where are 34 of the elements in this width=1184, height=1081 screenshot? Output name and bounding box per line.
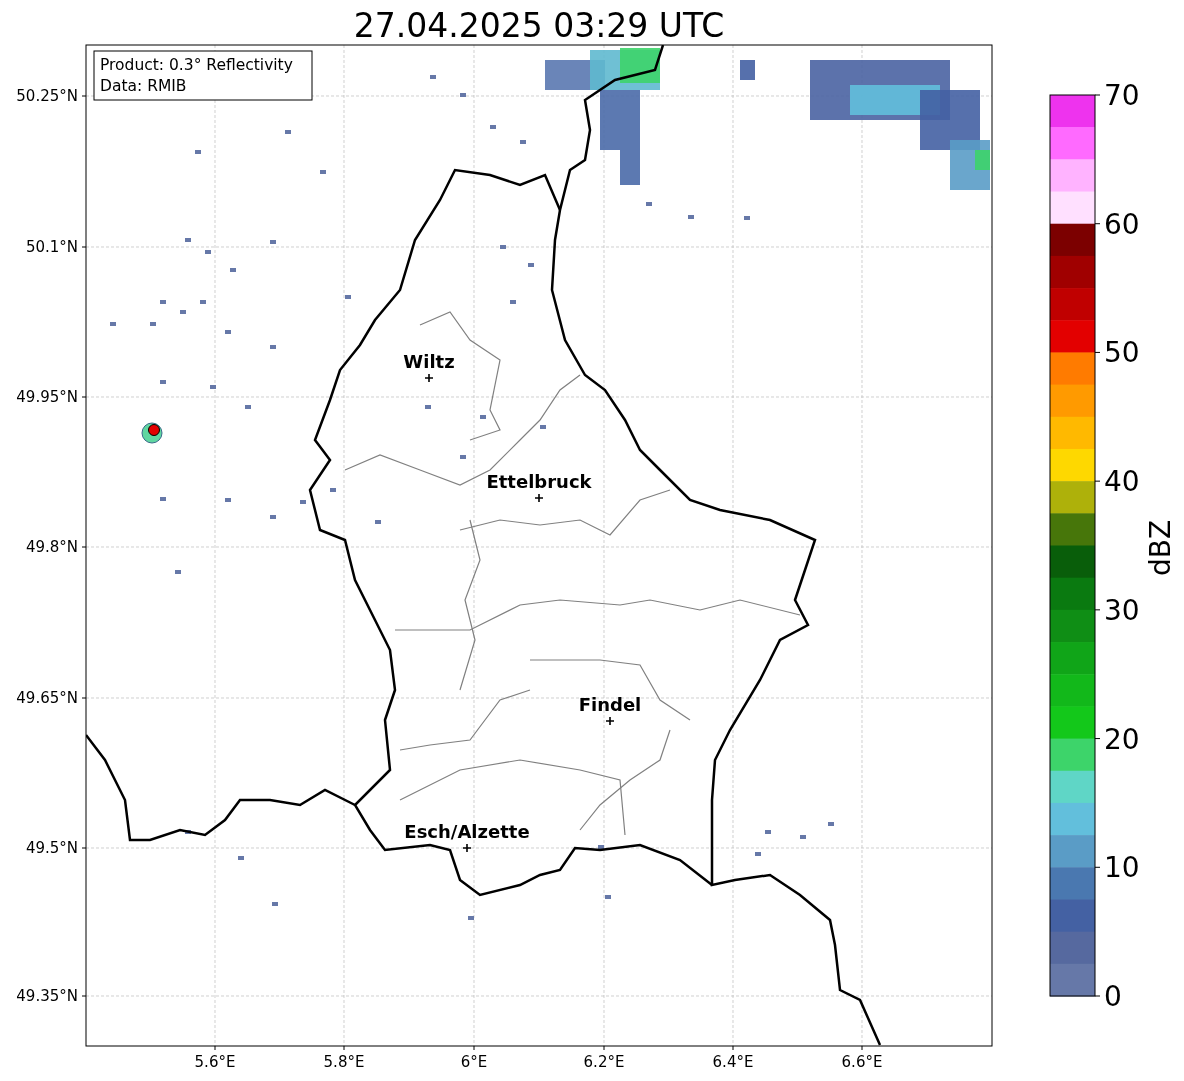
latitude-label: 49.65°N: [16, 689, 78, 707]
colorbar-tick-label: 40: [1104, 465, 1140, 499]
latitude-label: 49.8°N: [25, 538, 78, 556]
longitude-label: 6.2°E: [583, 1053, 625, 1071]
longitude-label: 6°E: [460, 1053, 488, 1071]
city-label: Ettelbruck: [486, 471, 592, 492]
city-label: Esch/Alzette: [404, 821, 530, 842]
city-marker-icon: [462, 843, 472, 853]
city-marker-icon: [605, 716, 615, 726]
longitude-label: 6.4°E: [712, 1053, 754, 1071]
colorbar-tick-label: 60: [1104, 207, 1140, 241]
city-marker-icon: [424, 373, 434, 383]
longitude-label: 5.6°E: [194, 1053, 236, 1071]
city-marker-icon: [534, 493, 544, 503]
longitude-label: 5.8°E: [323, 1053, 365, 1071]
info-text: Data: RMIB: [100, 77, 187, 95]
colorbar-tick-label: 10: [1104, 851, 1140, 885]
latitude-label: 50.1°N: [25, 238, 78, 256]
latitude-label: 49.35°N: [16, 987, 78, 1005]
info-text: Product: 0.3° Reflectivity: [100, 56, 293, 74]
colorbar-tick-label: 30: [1104, 593, 1140, 627]
colorbar-tick-label: 70: [1104, 79, 1140, 112]
colorbar-label: dBZ: [1144, 519, 1177, 577]
city-label: Findel: [578, 694, 642, 715]
colorbar-tick-label: 50: [1104, 336, 1140, 370]
radar-site-icon: [141, 422, 163, 444]
colorbar-tick-label: 0: [1104, 980, 1122, 1013]
latitude-label: 50.25°N: [16, 87, 78, 105]
latitude-label: 49.95°N: [16, 388, 78, 406]
colorbar-tick-label: 20: [1104, 722, 1140, 756]
city-label: Wiltz: [403, 351, 455, 372]
latitude-label: 49.5°N: [25, 839, 78, 857]
chart-title: 27.04.2025 03:29 UTC: [353, 6, 725, 45]
longitude-label: 6.6°E: [841, 1053, 883, 1071]
